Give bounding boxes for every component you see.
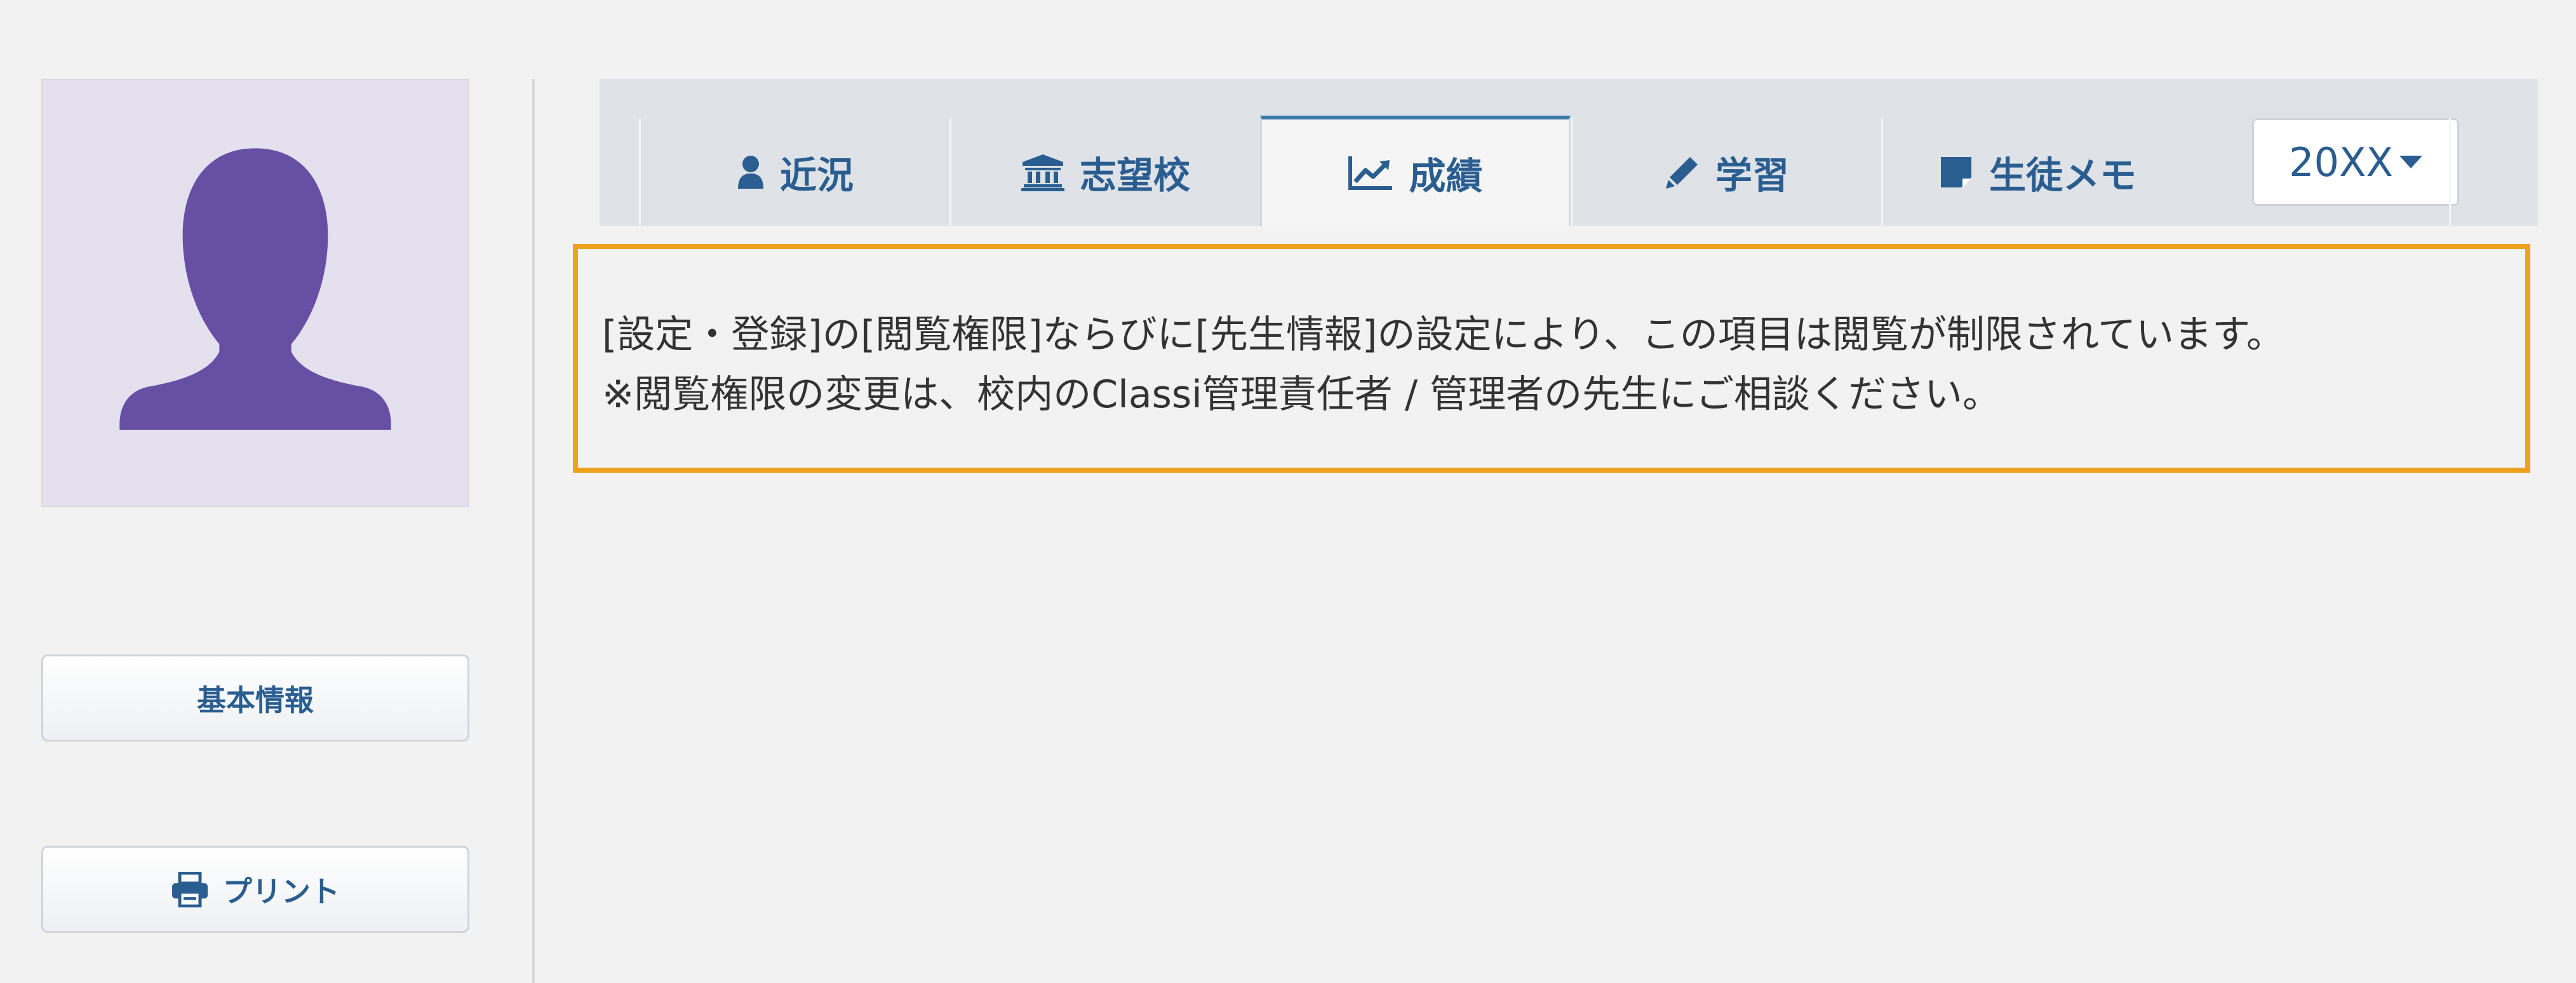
column-divider <box>532 79 535 983</box>
tab-target-school[interactable]: 志望校 <box>949 118 1260 226</box>
tab-study[interactable]: 学習 <box>1571 118 1881 226</box>
basic-info-label: 基本情報 <box>197 682 314 717</box>
tab-label: 志望校 <box>1079 154 1190 197</box>
line-chart-icon <box>1348 155 1393 191</box>
pencil-icon <box>1665 154 1700 190</box>
printer-icon <box>171 871 209 907</box>
tab-divider <box>2449 118 2451 226</box>
print-button[interactable]: プリント <box>41 846 469 933</box>
print-label: プリント <box>223 874 340 909</box>
tab-label: 学習 <box>1715 154 1789 197</box>
year-select[interactable]: 20XX <box>2252 118 2459 206</box>
tab-label: 生徒メモ <box>1989 154 2137 197</box>
student-avatar <box>41 79 469 507</box>
tab-label: 成績 <box>1409 154 1483 198</box>
person-silhouette-icon <box>119 148 391 430</box>
institution-icon <box>1021 153 1064 191</box>
tab-label: 近況 <box>779 154 854 197</box>
tab-bar: 近況 志望校 成績 学習 生徒メモ 20XX <box>600 79 2538 226</box>
tab-recent[interactable]: 近況 <box>639 118 949 226</box>
notice-line-1: [設定・登録]の[閲覧権限]ならびに[先生情報]の設定により、この項目は閲覧が制… <box>602 313 2285 357</box>
tab-grades[interactable]: 成績 <box>1260 116 1571 226</box>
notice-line-2: ※閲覧権限の変更は、校内のClassi管理責任者 / 管理者の先生にご相談くださ… <box>602 372 2001 417</box>
sticky-note-icon <box>1938 154 1974 190</box>
caret-down-icon <box>2399 156 2422 168</box>
basic-info-button[interactable]: 基本情報 <box>41 654 469 742</box>
year-select-value: 20XX <box>2289 139 2393 186</box>
access-restricted-notice: [設定・登録]の[閲覧権限]ならびに[先生情報]の設定により、この項目は閲覧が制… <box>573 244 2530 473</box>
tab-student-memo[interactable]: 生徒メモ <box>1881 118 2192 226</box>
user-icon <box>737 154 765 190</box>
